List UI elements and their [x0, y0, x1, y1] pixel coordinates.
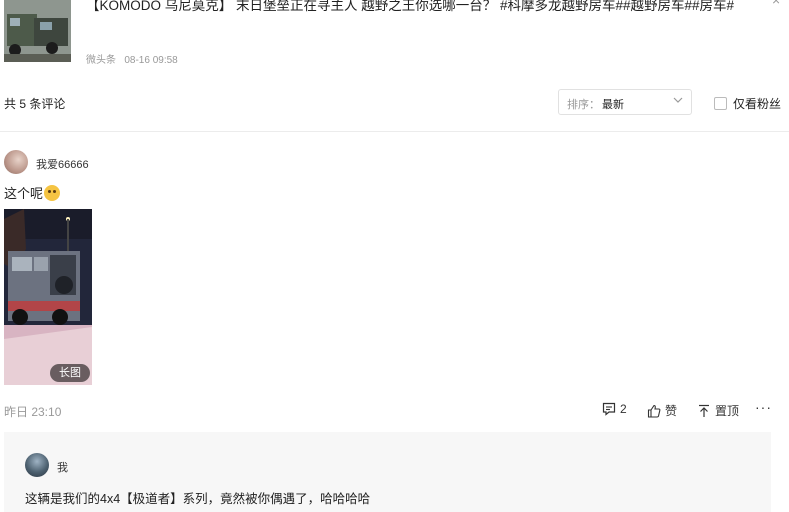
post-meta: 微头条 08-16 09:58	[86, 51, 178, 66]
pin-label: 置顶	[715, 404, 740, 418]
sort-value: 最新	[602, 99, 624, 111]
thinking-face-emoji-icon	[44, 185, 61, 201]
reply-text: 这辆是我们的4x4【极道者】系列，竟然被你偶遇了，哈哈哈哈	[25, 492, 371, 506]
comment-username[interactable]: 我爱66666	[36, 156, 89, 172]
post-thumbnail[interactable]	[4, 0, 71, 62]
comment-image[interactable]	[4, 209, 92, 385]
sort-label: 排序：	[567, 99, 600, 111]
post-title[interactable]: 【KOMODO 乌尼莫克】 末日堡垒正在寻主人 越野之王你选哪一台？ #科摩多龙…	[86, 0, 734, 14]
close-icon[interactable]: ×	[772, 0, 780, 8]
comment-time: 昨日 23:10	[4, 405, 62, 419]
chevron-down-icon	[673, 95, 683, 108]
post-source: 微头条	[86, 55, 116, 66]
thumbs-up-icon	[647, 404, 661, 418]
pin-top-icon	[699, 404, 709, 417]
fans-only-label: 仅看粉丝	[733, 97, 782, 111]
reply-avatar[interactable]	[25, 453, 49, 477]
sort-select[interactable]: 排序： 最新	[558, 89, 692, 115]
comment-icon	[602, 402, 616, 416]
like-button[interactable]: 赞	[647, 402, 677, 419]
reply-username[interactable]: 我	[57, 459, 68, 475]
comment-text-row: 这个呢	[4, 183, 61, 202]
avatar[interactable]	[4, 150, 28, 174]
divider	[0, 131, 789, 132]
long-image-badge: 长图	[50, 364, 90, 382]
pin-to-top-button[interactable]: 置顶	[697, 402, 739, 419]
fans-only-toggle[interactable]: 仅看粉丝	[714, 95, 781, 112]
like-label: 赞	[665, 404, 678, 418]
post-date: 08-16 09:58	[124, 55, 178, 66]
more-options-button[interactable]: ···	[755, 399, 772, 415]
fans-only-checkbox[interactable]	[714, 97, 727, 110]
comment-text: 这个呢	[4, 186, 44, 201]
reply-count: 2	[620, 402, 627, 416]
reply-button[interactable]: 2	[602, 402, 627, 416]
comment-count: 共 5 条评论	[4, 97, 66, 111]
